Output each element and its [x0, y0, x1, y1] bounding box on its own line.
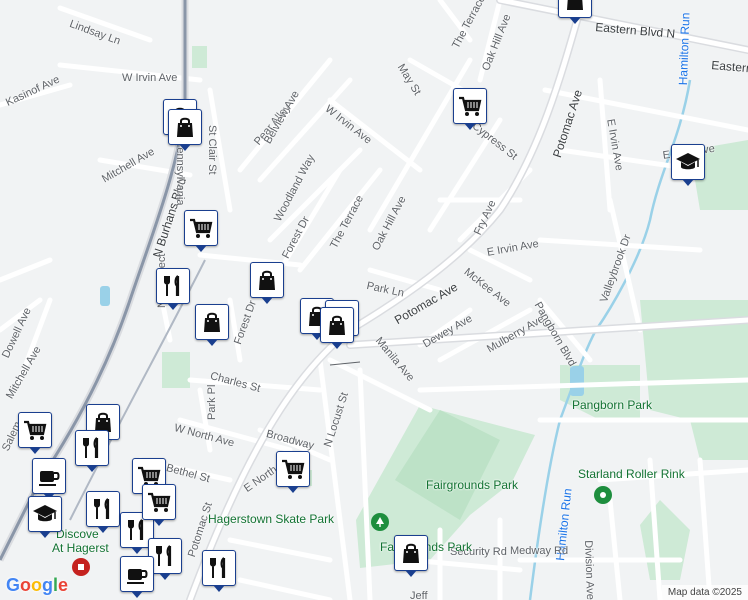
- restaurant-icon: [90, 496, 116, 522]
- restaurant-icon: [160, 273, 186, 299]
- street-label: Hamilton Run: [676, 12, 693, 86]
- shopping-cart-marker[interactable]: [276, 451, 310, 493]
- street-label: W Irvin Ave: [122, 72, 178, 84]
- coffee-icon: [36, 463, 62, 489]
- place-label[interactable]: Pangborn Park: [572, 398, 652, 412]
- coffee-marker[interactable]: [120, 556, 154, 598]
- restaurant-icon: [206, 555, 232, 581]
- museum-poi-icon[interactable]: [72, 558, 90, 576]
- street-label: Jeff: [410, 590, 428, 600]
- graduation-cap-icon: [32, 501, 58, 527]
- map-attribution[interactable]: Map data ©2025: [661, 585, 748, 600]
- restaurant-icon: [79, 435, 105, 461]
- coffee-marker[interactable]: [32, 458, 66, 500]
- graduation-cap-marker[interactable]: [28, 496, 62, 538]
- shopping-bag-marker[interactable]: [320, 307, 354, 349]
- shopping-cart-marker[interactable]: [18, 412, 52, 454]
- shopping-cart-marker[interactable]: [142, 484, 176, 526]
- google-logo: Google: [6, 575, 69, 595]
- shopping-bag-icon: [324, 312, 350, 338]
- shopping-bag-marker[interactable]: [394, 535, 428, 577]
- shopping-bag-icon: [254, 267, 280, 293]
- place-label[interactable]: Discove: [56, 527, 99, 541]
- shopping-bag-icon: [199, 309, 225, 335]
- restaurant-icon: [124, 517, 150, 543]
- rink-poi-icon[interactable]: [594, 486, 612, 504]
- graduation-cap-marker[interactable]: [671, 144, 705, 186]
- shopping-bag-marker[interactable]: [558, 0, 592, 24]
- shopping-bag-icon: [562, 0, 588, 13]
- place-label[interactable]: Fairgrounds Park: [426, 478, 518, 492]
- shopping-bag-marker[interactable]: [168, 109, 202, 151]
- shopping-cart-marker[interactable]: [453, 88, 487, 130]
- map-canvas[interactable]: Lindsay Ln W Irvin Ave Kasinof Ave Pear All…: [0, 0, 748, 600]
- place-label[interactable]: Starland Roller Rink: [578, 467, 685, 481]
- coffee-icon: [124, 561, 150, 587]
- shopping-bag-icon: [172, 114, 198, 140]
- shopping-cart-icon: [280, 456, 306, 482]
- shopping-bag-marker[interactable]: [250, 262, 284, 304]
- shopping-cart-marker[interactable]: [184, 210, 218, 252]
- place-label[interactable]: Hagerstown Skate Park: [208, 512, 334, 526]
- shopping-bag-icon: [398, 540, 424, 566]
- restaurant-marker[interactable]: [202, 550, 236, 592]
- shopping-cart-icon: [146, 489, 172, 515]
- shopping-cart-icon: [22, 417, 48, 443]
- restaurant-icon: [152, 543, 178, 569]
- street-label: Medway Rd: [510, 545, 569, 557]
- street-label: Park Pl: [206, 384, 218, 420]
- shopping-cart-icon: [188, 215, 214, 241]
- shopping-bag-marker[interactable]: [195, 304, 229, 346]
- graduation-cap-icon: [675, 149, 701, 175]
- restaurant-marker[interactable]: [75, 430, 109, 472]
- street-label: St Clair St: [206, 125, 218, 175]
- place-label[interactable]: At Hagerst: [52, 541, 109, 555]
- shopping-cart-icon: [457, 93, 483, 119]
- park-poi-icon[interactable]: [371, 513, 389, 531]
- street-label: Division Ave: [582, 540, 597, 600]
- restaurant-marker[interactable]: [86, 491, 120, 533]
- restaurant-marker[interactable]: [156, 268, 190, 310]
